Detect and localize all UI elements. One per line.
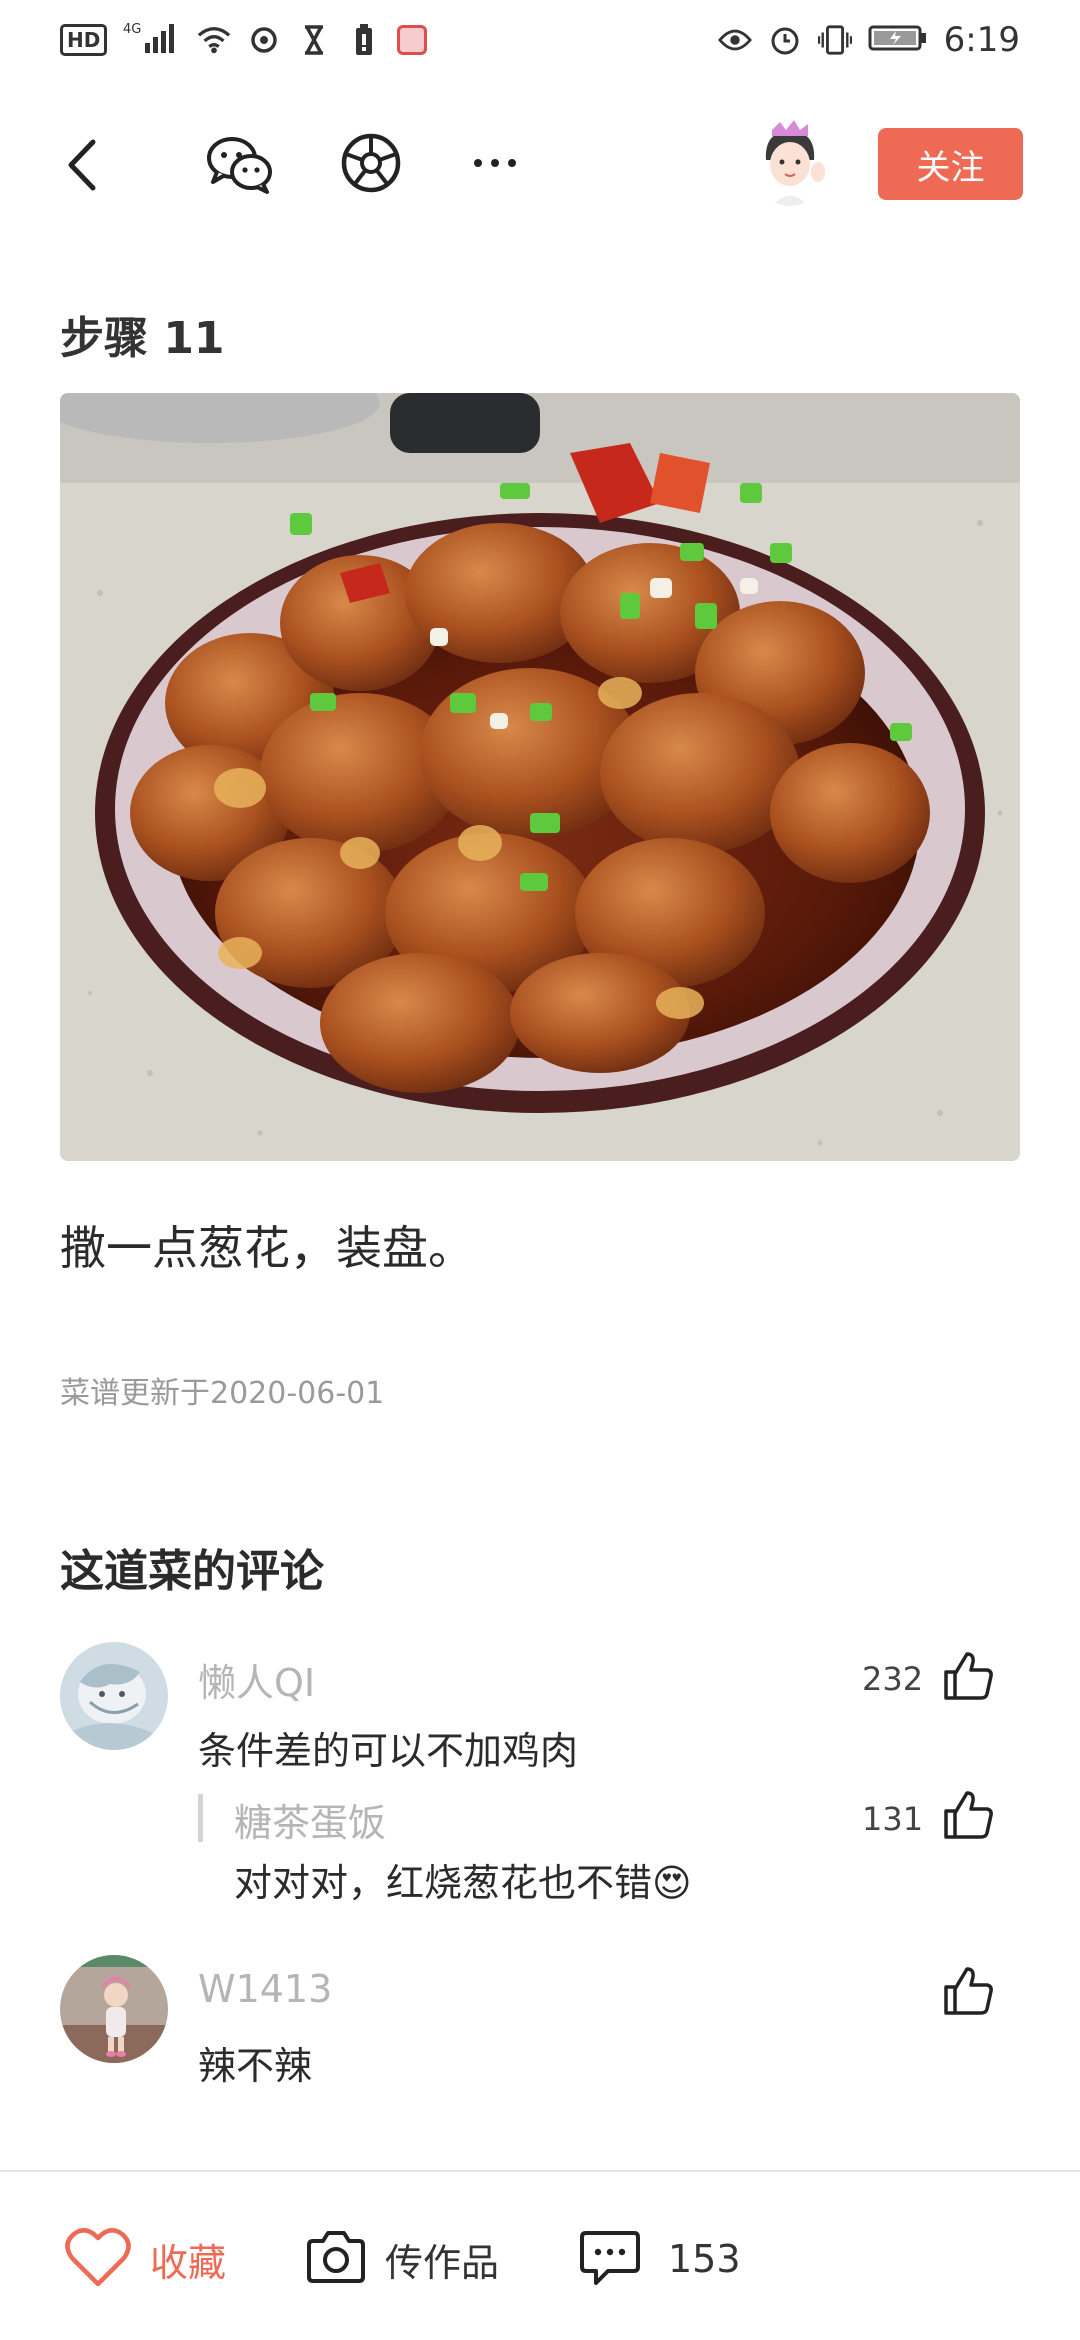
signal-label: 4G <box>123 22 141 37</box>
comment-button[interactable]: 153 <box>578 2224 741 2294</box>
wechat-icon[interactable] <box>205 132 275 198</box>
reply-like-count: 131 <box>862 1800 924 1838</box>
upload-work-button[interactable]: 传作品 <box>305 2224 499 2294</box>
more-icon[interactable] <box>465 130 525 196</box>
vibrate-icon <box>817 23 852 57</box>
avatar[interactable] <box>60 1642 168 1750</box>
recipe-update-date: 菜谱更新于2020-06-01 <box>60 1376 385 1411</box>
hourglass-icon <box>297 23 331 57</box>
signal-icon: 4G <box>123 21 181 59</box>
comment-username[interactable]: W1413 <box>198 1967 332 2011</box>
step-photo[interactable] <box>60 393 1020 1161</box>
reply-text: 对对对，红烧葱花也不错😍 <box>234 1861 692 1905</box>
reply-divider <box>198 1794 203 1842</box>
comment-icon <box>578 2227 642 2291</box>
status-left: HD 4G <box>60 21 428 59</box>
alarm-icon <box>768 23 802 57</box>
camera-icon <box>305 2229 367 2289</box>
favorite-label: 收藏 <box>150 2240 227 2285</box>
comment-text: 条件差的可以不加鸡肉 <box>198 1729 579 1773</box>
reply-username[interactable]: 糖茶蛋饭 <box>234 1792 386 1847</box>
favorite-button[interactable]: 收藏 <box>64 2224 226 2294</box>
author-avatar[interactable] <box>750 120 830 206</box>
hd-icon: HD <box>60 24 108 56</box>
app-notification-icon <box>397 25 428 55</box>
battery-icon <box>868 23 928 57</box>
upload-work-label: 传作品 <box>385 2240 500 2285</box>
like-count: 232 <box>862 1660 924 1698</box>
avatar[interactable] <box>60 1955 168 2063</box>
step-description: 撒一点葱花，装盘。 <box>60 1221 474 1275</box>
eye-icon <box>717 23 752 57</box>
sync-icon <box>247 23 281 57</box>
status-bar: HD 4G 6:19 <box>0 0 1080 80</box>
back-icon[interactable] <box>55 130 115 200</box>
comment-username[interactable]: 懒人QI <box>198 1652 315 1707</box>
nav-bar: 关注 <box>0 120 1080 210</box>
thumbs-up-icon[interactable] <box>940 1648 996 1704</box>
bottom-action-bar: 收藏 传作品 153 <box>0 2170 1080 2340</box>
follow-button[interactable]: 关注 <box>878 128 1023 200</box>
comment-count: 153 <box>668 2237 741 2281</box>
battery-saver-icon <box>347 23 381 57</box>
clock-time: 6:19 <box>943 20 1020 60</box>
thumbs-up-icon[interactable] <box>940 1787 996 1843</box>
wifi-icon <box>197 23 231 57</box>
moments-icon[interactable] <box>338 130 404 196</box>
heart-icon <box>64 2226 132 2292</box>
step-title: 步骤 11 <box>60 313 225 364</box>
comment-text: 辣不辣 <box>198 2044 313 2088</box>
thumbs-up-icon[interactable] <box>940 1963 996 2019</box>
comments-title: 这道菜的评论 <box>60 1546 324 1597</box>
status-right: 6:19 <box>717 20 1020 60</box>
